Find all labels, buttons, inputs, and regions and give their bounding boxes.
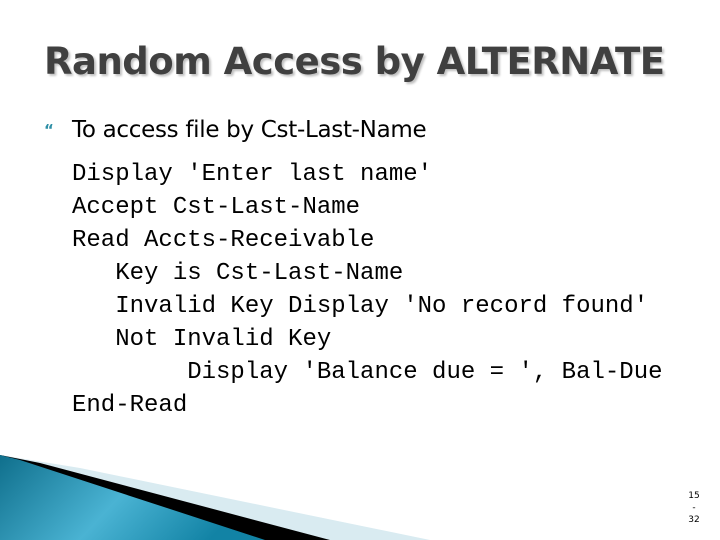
code-line: Not Invalid Key: [72, 326, 332, 353]
code-line: Display 'Balance due = ', Bal-Due: [72, 359, 663, 386]
wave-blue-band: [0, 455, 265, 540]
slide-number: 15 - 32: [684, 490, 704, 526]
code-line: Invalid Key Display 'No record found': [72, 293, 649, 320]
bullet-text: To access file by Cst-Last-Name: [72, 117, 427, 143]
bullet-item: “ To access file by Cst-Last-Name: [44, 117, 427, 143]
cobol-code-block: Display 'Enter last name' Accept Cst-Last…: [72, 158, 663, 422]
teal-arrow-bullet-icon: “: [44, 121, 54, 139]
code-line: Accept Cst-Last-Name: [72, 194, 361, 221]
slide-title: Random Access by ALTERNATE: [44, 40, 665, 83]
slide-number-separator: -: [692, 503, 696, 513]
slide-number-total: 32: [688, 515, 700, 525]
code-line: Read Accts-Receivable: [72, 227, 375, 254]
slide-number-current: 15: [688, 491, 700, 501]
code-line: Key is Cst-Last-Name: [72, 260, 404, 287]
code-line: Display 'Enter last name': [72, 161, 433, 188]
wave-pale-band: [0, 455, 430, 540]
wave-shadow-band: [0, 455, 330, 540]
code-line: End-Read: [72, 392, 188, 419]
